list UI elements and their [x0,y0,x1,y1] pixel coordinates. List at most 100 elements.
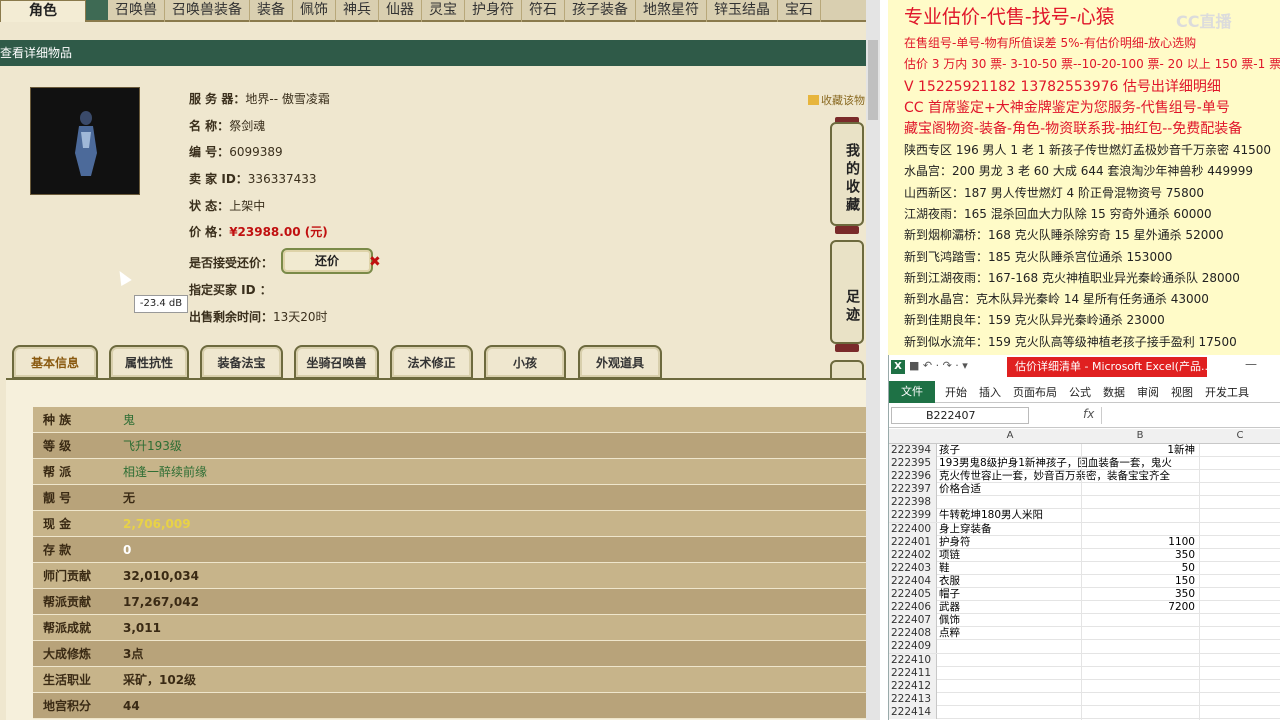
row-number[interactable]: 222411 [889,666,937,680]
detail-tab[interactable]: 装备法宝 [200,345,283,379]
detail-tab[interactable]: 坐骑召唤兽 [294,345,379,379]
close-icon[interactable]: ✖ [369,254,381,270]
nav-tab[interactable]: 孩子装备 [565,0,636,22]
cell-a[interactable]: 身上穿装备 [939,523,1081,536]
nav-tab[interactable]: 召唤兽 [108,0,165,22]
table-row: 生活职业 采矿，102级 [33,667,866,693]
nav-tab[interactable]: 地煞星符 [636,0,707,22]
cell-a[interactable]: 孩子 [939,444,1081,457]
table-row: 帮派成就 3,011 [33,615,866,641]
cell-a[interactable]: 武器 [939,601,1081,614]
cell-a[interactable]: 克火传世容止一套，妙音百万亲密，装备宝宝齐全 [939,470,1170,483]
buyer-label: 指定买家 ID ： [189,283,272,297]
cell-b[interactable]: 350 [1081,588,1199,601]
row-number[interactable]: 222403 [889,561,937,575]
cell-a[interactable]: 鞋 [939,562,1081,575]
favorite-link[interactable]: 收藏该物 [808,92,865,108]
nav-tab[interactable]: 仙器 [379,0,422,22]
column-header[interactable]: C [1199,430,1280,441]
divider [880,0,888,720]
ad-listing-line: 新到佳期良年：159 克火队异光秦岭通杀 23000 [904,313,1165,328]
spreadsheet-grid: 222394 孩子 1新神 222395 193男鬼8级护身1新神孩子，回血装备一套，鬼… [889,444,1280,719]
detail-tab[interactable]: 属性抗性 [109,345,189,379]
nav-tab[interactable]: 灵宝 [422,0,465,22]
row-number[interactable]: 222398 [889,496,937,510]
detail-tab[interactable]: 小孩 [484,345,566,379]
nav-tab[interactable]: 角色 [0,0,86,22]
detail-tab[interactable]: 外观道具 [578,345,662,379]
row-number[interactable]: 222402 [889,548,937,562]
footprint-button[interactable]: 足迹 [830,240,864,344]
cell-a[interactable]: 193男鬼8级护身1新神孩子，回血装备一套，鬼火 [939,457,1172,470]
row-number[interactable]: 222410 [889,653,937,667]
ribbon-tab[interactable]: 公式 [1063,384,1097,400]
ribbon-tab[interactable]: 开发工具 [1199,384,1255,400]
row-number[interactable]: 222394 [889,444,937,457]
cell-b[interactable]: 350 [1081,549,1199,562]
cell-a[interactable]: 佩饰 [939,614,1081,627]
row-number[interactable]: 222412 [889,679,937,693]
nav-tab[interactable]: 召唤兽装备 [165,0,250,22]
row-value: 2,706,009 [123,516,191,531]
ribbon-tab[interactable]: 文件 [889,380,935,403]
ribbon-tab[interactable]: 页面布局 [1007,384,1063,400]
cell-a[interactable]: 护身符 [939,536,1081,549]
ribbon-tab[interactable]: 审阅 [1131,384,1165,400]
cell-b[interactable]: 1新神 [1081,444,1199,457]
cell-b[interactable]: 7200 [1081,601,1199,614]
ad-line: 在售组号-单号-物有所值误差 5%-有估价明细-放心选购 [904,36,1197,50]
cell-a[interactable]: 价格合适 [939,483,1081,496]
nav-tab[interactable]: 神兵 [336,0,379,22]
quick-access-icons[interactable]: ■ ↶ · ↷ · ▾ [909,359,968,372]
buyer-row: 指定买家 ID ： [189,281,272,299]
ribbon-tab[interactable]: 开始 [939,384,973,400]
ribbon-tab[interactable]: 数据 [1097,384,1131,400]
my-favorites-button[interactable]: 我的收藏 [830,122,864,226]
detail-tab[interactable]: 基本信息 [12,345,98,379]
row-number[interactable]: 222397 [889,483,937,497]
row-number[interactable]: 222395 [889,457,937,471]
row-number[interactable]: 222408 [889,627,937,641]
row-number[interactable]: 222404 [889,574,937,588]
row-number[interactable]: 222409 [889,640,937,654]
cell-a[interactable]: 项链 [939,549,1081,562]
cell-b[interactable]: 150 [1081,575,1199,588]
ribbon-tab[interactable]: 视图 [1165,384,1199,400]
left-scrollbar[interactable] [866,0,880,720]
column-header[interactable]: A [939,430,1081,441]
cell-a[interactable]: 衣服 [939,575,1081,588]
cell-a[interactable]: 牛转乾坤180男人米阳 [939,509,1081,522]
nav-tab[interactable]: 宝石 [778,0,821,22]
bargain-button[interactable]: 还价 [281,248,373,274]
row-number[interactable]: 222407 [889,614,937,628]
detail-tab[interactable]: 法术修正 [390,345,473,379]
row-number[interactable]: 222400 [889,522,937,536]
cell-a[interactable]: 帽子 [939,588,1081,601]
row-number[interactable]: 222406 [889,601,937,615]
formula-input[interactable] [1101,407,1279,424]
minimize-icon[interactable]: — [1245,357,1257,371]
ribbon-tab[interactable]: 插入 [973,384,1007,400]
name-label: 名 称： [189,119,230,133]
nav-tab[interactable]: 护身符 [465,0,522,22]
nav-tab[interactable]: 锌玉结晶 [707,0,778,22]
price-value: ¥23988.00 (元) [229,225,328,239]
nav-tab[interactable]: 符石 [522,0,565,22]
favorite-label: 收藏该物 [821,94,865,107]
scrollbar-thumb[interactable] [868,40,878,120]
row-number[interactable]: 222405 [889,588,937,602]
row-number[interactable]: 222401 [889,535,937,549]
column-header[interactable]: B [1081,430,1199,441]
row-number[interactable]: 222399 [889,509,937,523]
row-number[interactable]: 222413 [889,692,937,706]
nav-tab[interactable]: 佩饰 [293,0,336,22]
fx-icon[interactable]: fx [1083,407,1094,421]
nav-tab[interactable]: 装备 [250,0,293,22]
cell-b[interactable]: 50 [1081,562,1199,575]
sheet-row: 222409 [889,640,1280,654]
row-number[interactable]: 222396 [889,470,937,484]
cell-b[interactable]: 1100 [1081,536,1199,549]
name-box[interactable]: B222407 [891,407,1029,424]
cell-a[interactable]: 点粹 [939,627,1081,640]
row-number[interactable]: 222414 [889,705,937,719]
